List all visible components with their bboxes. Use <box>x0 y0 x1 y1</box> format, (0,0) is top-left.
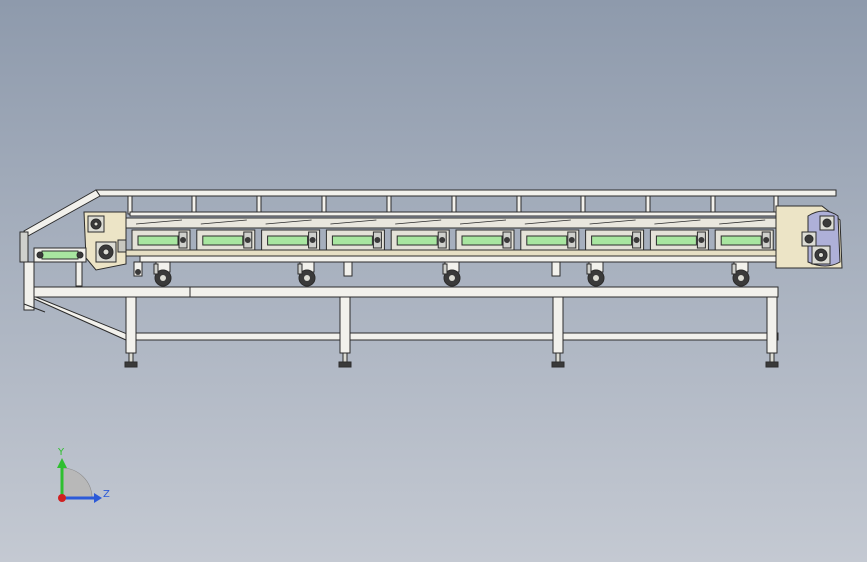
frame-post <box>321 195 327 215</box>
leveling-foot <box>124 361 138 368</box>
stand-top-beam <box>29 286 779 298</box>
leveling-foot <box>765 361 779 368</box>
roller-cylinder <box>526 235 568 246</box>
inlet-end-cap <box>19 231 29 263</box>
coordinate-triad-icon: Y Z <box>57 447 110 503</box>
support-wheel <box>297 261 316 287</box>
axis-y-label: Y <box>57 447 65 458</box>
axis-z-label: Z <box>103 489 110 500</box>
roller-cylinder <box>267 235 309 246</box>
roller-cylinder <box>396 235 438 246</box>
roller-cylinder <box>591 235 633 246</box>
return-rail <box>139 255 777 263</box>
stand-lower-beam <box>125 332 779 341</box>
stand-diagonal-brace <box>29 296 134 341</box>
roller-cylinder <box>720 235 762 246</box>
frame-post <box>386 195 392 215</box>
conveyor-drawing[interactable]: Y Z <box>0 0 867 562</box>
inlet-post <box>23 261 35 311</box>
stand-leg <box>338 296 352 368</box>
support-wheels <box>133 261 750 287</box>
support-wheel <box>586 261 605 287</box>
frame-post <box>580 195 586 215</box>
frame-post <box>451 195 457 215</box>
support-wheel <box>153 261 172 287</box>
frame-post <box>710 195 716 215</box>
stand-leg <box>551 296 565 368</box>
top-rail <box>95 189 837 197</box>
belt-upper-band <box>125 217 779 229</box>
leveling-foot <box>338 361 352 368</box>
tail-drive-assembly <box>801 210 841 267</box>
support-wheel <box>731 261 750 287</box>
stand-leg <box>124 296 138 368</box>
roller-cylinder <box>137 235 179 246</box>
support-stand <box>23 261 779 368</box>
roller-cylinder <box>331 235 373 246</box>
frame-post <box>191 195 197 215</box>
roller-cylinder <box>461 235 503 246</box>
inlet-roller <box>41 250 79 260</box>
stand-leg <box>765 296 779 368</box>
origin-dot-icon <box>58 494 66 502</box>
belt-bed <box>125 249 779 257</box>
support-wheel <box>442 261 461 287</box>
inner-rail <box>129 211 777 217</box>
cad-viewport[interactable]: Y Z <box>0 0 867 562</box>
roller-cylinder <box>655 235 697 246</box>
frame-post <box>127 195 133 215</box>
frame-post <box>645 195 651 215</box>
frame-post <box>256 195 262 215</box>
leveling-foot <box>551 361 565 368</box>
roller-cylinder <box>202 235 244 246</box>
support-wheel <box>133 261 561 277</box>
frame-post <box>516 195 522 215</box>
